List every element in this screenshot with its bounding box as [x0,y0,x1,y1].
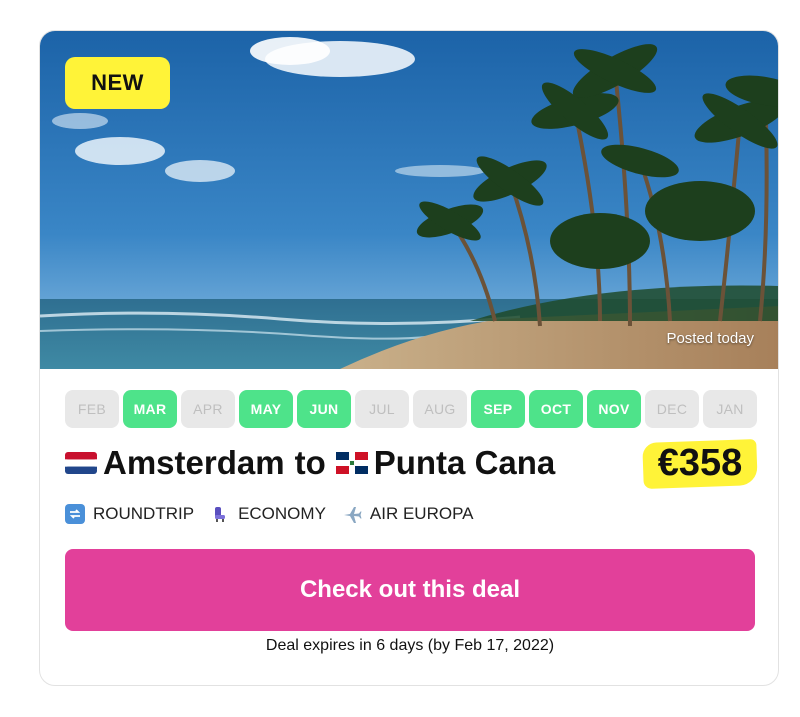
month-jun: JUN [297,390,351,428]
month-sep: SEP [471,390,525,428]
new-badge: NEW [65,57,170,109]
price-tag: €358 [642,437,758,489]
route-connector: to [294,444,326,481]
trip-details: ROUNDTRIP ECONOMY AIR EUROPA [65,504,490,524]
deal-card[interactable]: NEW Posted today FEB MAR APR MAY JUN JUL AUG SE… [39,30,779,686]
deal-expiry: Deal expires in 6 days (by Feb 17, 2022) [265,637,555,654]
month-availability: FEB MAR APR MAY JUN JUL AUG SEP OCT NOV DEC JAN [65,390,757,428]
month-mar: MAR [123,390,177,428]
month-jul: JUL [355,390,409,428]
month-jan: JAN [703,390,757,428]
airplane-icon [343,507,362,523]
check-out-deal-button[interactable]: Check out this deal [65,549,755,631]
month-feb: FEB [65,390,119,428]
month-nov: NOV [587,390,641,428]
netherlands-flag-icon [65,452,97,474]
route-title: Amsterdam to Punta Cana [65,444,555,482]
airline: AIR EUROPA [342,504,474,524]
month-may: MAY [239,390,293,428]
repeat-icon [65,504,85,524]
month-aug: AUG [413,390,467,428]
month-dec: DEC [645,390,699,428]
destination-city: Punta Cana [373,444,556,481]
seat-icon [215,507,226,522]
beach-photo: NEW Posted today [40,31,778,369]
trip-type: ROUNDTRIP [65,504,194,524]
dominican-republic-flag-icon [335,452,368,474]
cabin-class: ECONOMY [210,504,326,524]
month-oct: OCT [529,390,583,428]
price: €358 [657,441,743,484]
month-apr: APR [181,390,235,428]
origin-city: Amsterdam [103,444,285,481]
posted-date: Posted today [666,330,754,347]
